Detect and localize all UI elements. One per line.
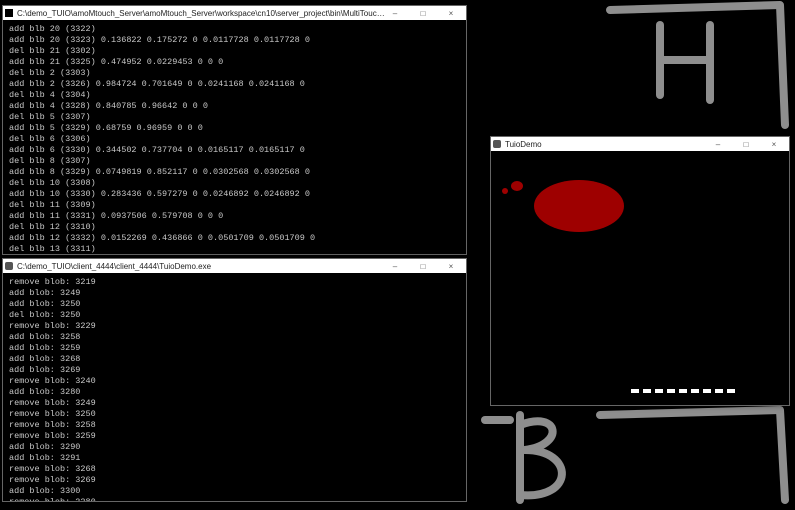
minimize-button[interactable]: – xyxy=(709,140,727,149)
minimize-button[interactable]: – xyxy=(386,262,404,271)
prompt-icon xyxy=(5,9,13,17)
console-server-output: add blb 20 (3322) add blb 20 (3323) 0.13… xyxy=(3,20,466,254)
window-controls: – □ × xyxy=(386,262,464,271)
app-icon xyxy=(5,262,13,270)
window-title-client: C:\demo_TUIO\client_4444\client_4444\Tui… xyxy=(17,262,386,271)
maximize-button[interactable]: □ xyxy=(414,9,432,18)
titlebar-client[interactable]: C:\demo_TUIO\client_4444\client_4444\Tui… xyxy=(3,259,466,273)
window-controls: – □ × xyxy=(386,9,464,18)
titlebar-demo[interactable]: TuioDemo – □ × xyxy=(491,137,789,151)
touch-blob xyxy=(502,188,508,194)
whiteboard-stroke-b xyxy=(480,390,795,510)
window-tuio-demo[interactable]: TuioDemo – □ × xyxy=(490,136,790,406)
window-server-console[interactable]: C:\demo_TUIO\amoMtouch_Server\amoMtouch_… xyxy=(2,5,467,255)
demo-canvas[interactable] xyxy=(491,151,789,405)
touch-blob xyxy=(511,181,523,191)
close-button[interactable]: × xyxy=(765,140,783,149)
whiteboard-stroke-h xyxy=(600,0,790,130)
minimize-button[interactable]: – xyxy=(386,9,404,18)
app-icon xyxy=(493,140,501,148)
window-title-server: C:\demo_TUIO\amoMtouch_Server\amoMtouch_… xyxy=(17,9,386,18)
window-client-console[interactable]: C:\demo_TUIO\client_4444\client_4444\Tui… xyxy=(2,258,467,502)
dashed-separator xyxy=(631,389,735,393)
window-title-demo: TuioDemo xyxy=(505,140,709,149)
titlebar-server[interactable]: C:\demo_TUIO\amoMtouch_Server\amoMtouch_… xyxy=(3,6,466,20)
console-client-output: remove blob: 3219 add blob: 3249 add blo… xyxy=(3,273,466,501)
maximize-button[interactable]: □ xyxy=(737,140,755,149)
maximize-button[interactable]: □ xyxy=(414,262,432,271)
close-button[interactable]: × xyxy=(442,262,460,271)
close-button[interactable]: × xyxy=(442,9,460,18)
touch-blob xyxy=(534,180,624,232)
window-controls: – □ × xyxy=(709,140,787,149)
